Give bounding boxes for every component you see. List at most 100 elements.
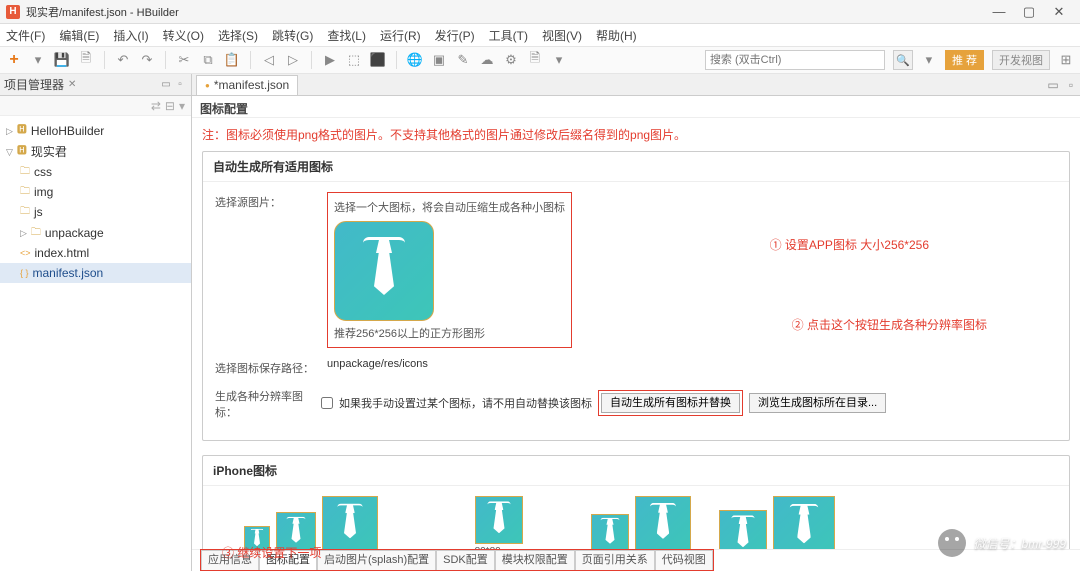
global-search-input[interactable] (705, 50, 885, 70)
editor-tab-manifest[interactable]: ● *manifest.json (196, 75, 298, 95)
caret-icon (6, 122, 13, 139)
redo-icon[interactable]: ↷ (139, 52, 155, 68)
choose-hint: 选择一个大图标，将会自动压缩生成各种小图标 (334, 199, 565, 215)
tree-project-hello[interactable]: 🅷HelloHBuilder (0, 120, 191, 141)
skip-manual-label: 如果我手动设置过某个图标，请不用自动替换该图标 (339, 395, 592, 411)
project-icon: 🅷 (17, 123, 27, 139)
browse-output-button[interactable]: 浏览生成图标所在目录... (749, 393, 886, 413)
browser-icon[interactable]: 🌐 (407, 52, 423, 68)
menu-find[interactable]: 查找(L) (327, 27, 366, 44)
panel-title: 自动生成所有适用图标 (203, 152, 1069, 182)
save-path-value: unpackage/res/icons (327, 358, 428, 370)
project-icon: 🅷 (17, 144, 27, 160)
collapse-all-icon[interactable]: ⊟ (165, 99, 175, 113)
stop-icon[interactable]: ⬛ (370, 52, 386, 68)
tree-project-xianshijun[interactable]: 🅷现实君 (0, 141, 191, 162)
menu-release[interactable]: 发行(P) (435, 27, 475, 44)
save-icon[interactable]: 💾 (54, 52, 70, 68)
menu-run[interactable]: 运行(R) (380, 27, 421, 44)
menu-edit[interactable]: 编辑(E) (59, 27, 99, 44)
caret-icon (20, 224, 27, 241)
back-icon[interactable]: ◁ (261, 52, 277, 68)
skip-manual-checkbox[interactable] (321, 397, 333, 409)
saveall-icon[interactable]: 🗎 (78, 52, 94, 68)
menu-select[interactable]: 选择(S) (218, 27, 258, 44)
new-icon[interactable]: + (6, 52, 22, 68)
editor-max-icon[interactable]: ▭ (1044, 78, 1062, 92)
copy-icon[interactable]: ⧉ (200, 52, 216, 68)
gen-label: 生成各种分辨率图标： (215, 386, 315, 420)
tree-folder-unpackage[interactable]: 🗀unpackage (0, 222, 191, 243)
cut-icon[interactable]: ✂ (176, 52, 192, 68)
minimize-button[interactable]: — (984, 2, 1014, 22)
icon-80[interactable] (475, 496, 523, 544)
menu-insert[interactable]: 插入(I) (113, 27, 148, 44)
folder-icon: 🗀 (31, 225, 41, 241)
menu-goto[interactable]: 跳转(G) (272, 27, 313, 44)
dev-view-button[interactable]: 开发视图 (992, 50, 1050, 70)
icon-114[interactable] (635, 496, 691, 552)
undo-icon[interactable]: ↶ (115, 52, 131, 68)
run-icon[interactable]: ▶ (322, 52, 338, 68)
recommend-view-button[interactable]: 推 荐 (945, 50, 984, 70)
menu-escape[interactable]: 转义(O) (163, 27, 204, 44)
panel-more-icon[interactable]: ▾ (179, 99, 185, 113)
forward-icon[interactable]: ▷ (285, 52, 301, 68)
annotation-1: ① 设置APP图标 大小256*256 (770, 236, 929, 253)
app-icon-preview[interactable] (334, 221, 434, 321)
tab-sdk[interactable]: SDK配置 (436, 550, 495, 570)
close-button[interactable]: ✕ (1044, 2, 1074, 22)
paste-icon[interactable]: 📋 (224, 52, 240, 68)
gen-button-highlight: 自动生成所有图标并替换 (598, 390, 743, 416)
html-icon: <> (20, 245, 31, 261)
warning-text: 注：图标必须使用png格式的图片。不支持其他格式的图片通过修改后缀名得到的png… (202, 126, 1070, 143)
cloud-icon[interactable]: ☁ (479, 52, 495, 68)
terminal-icon[interactable]: ▣ (431, 52, 447, 68)
tab-splash[interactable]: 启动图片(splash)配置 (317, 550, 436, 570)
panel-title: iPhone图标 (203, 456, 1069, 486)
tab-code-view[interactable]: 代码视图 (655, 550, 713, 570)
menu-file[interactable]: 文件(F) (6, 27, 45, 44)
annotation-2: ② 点击这个按钮生成各种分辨率图标 (792, 316, 987, 333)
panel-auto-generate: 自动生成所有适用图标 选择源图片： 选择一个大图标，将会自动压缩生成各种小图标 … (202, 151, 1070, 441)
settings-icon[interactable]: ⚙ (503, 52, 519, 68)
tree-file-manifest[interactable]: { }manifest.json (0, 263, 191, 283)
icon-57[interactable] (591, 514, 629, 552)
tree-folder-img[interactable]: 🗀img (0, 182, 191, 202)
folder-icon: 🗀 (20, 184, 30, 200)
tab-module-permission[interactable]: 模块权限配置 (495, 550, 575, 570)
panel-min-icon[interactable]: ▫ (173, 79, 187, 90)
editor-section-title: 图标配置 (192, 96, 1080, 118)
size-hint: 推荐256*256以上的正方形图形 (334, 325, 565, 341)
panel-menu-icon[interactable]: ▭ (159, 79, 173, 90)
menu-help[interactable]: 帮助(H) (596, 27, 637, 44)
editor-min-icon[interactable]: ▫ (1062, 78, 1080, 92)
panel-close-icon[interactable]: ✕ (68, 79, 76, 90)
doc-icon[interactable]: 🗎 (527, 52, 543, 68)
select-source-label: 选择源图片： (215, 192, 315, 210)
folder-icon: 🗀 (20, 164, 30, 180)
tree-folder-js[interactable]: 🗀js (0, 202, 191, 222)
menubar: 文件(F) 编辑(E) 插入(I) 转义(O) 选择(S) 跳转(G) 查找(L… (0, 24, 1080, 46)
project-tree: 🅷HelloHBuilder 🅷现实君 🗀css 🗀img 🗀js 🗀unpac… (0, 116, 191, 287)
source-image-zone[interactable]: 选择一个大图标，将会自动压缩生成各种小图标 推荐256*256以上的正方形图形 (327, 192, 572, 348)
link-editor-icon[interactable]: ⇄ (151, 99, 161, 113)
tree-file-index[interactable]: <>index.html (0, 243, 191, 263)
project-explorer-title: 项目管理器 (4, 76, 64, 93)
maximize-button[interactable]: ▢ (1014, 2, 1044, 22)
expand-icon[interactable]: ⊞ (1058, 52, 1074, 68)
tree-folder-css[interactable]: 🗀css (0, 162, 191, 182)
generate-all-button[interactable]: 自动生成所有图标并替换 (601, 393, 740, 413)
icon-87[interactable] (322, 496, 378, 552)
caret-icon (6, 143, 13, 160)
wand-icon[interactable]: ✎ (455, 52, 471, 68)
save-path-label: 选择图标保存路径： (215, 358, 315, 376)
tab-page-ref[interactable]: 页面引用关系 (575, 550, 655, 570)
editor-bottom-tabs: 应用信息 图标配置 启动图片(splash)配置 SDK配置 模块权限配置 页面… (192, 549, 1080, 571)
window-title: 现实君/manifest.json - HBuilder (26, 4, 984, 20)
search-button[interactable]: 🔍 (893, 50, 913, 70)
json-icon: { } (20, 265, 29, 281)
debug-icon[interactable]: ⬚ (346, 52, 362, 68)
menu-view[interactable]: 视图(V) (542, 27, 582, 44)
menu-tools[interactable]: 工具(T) (489, 27, 528, 44)
